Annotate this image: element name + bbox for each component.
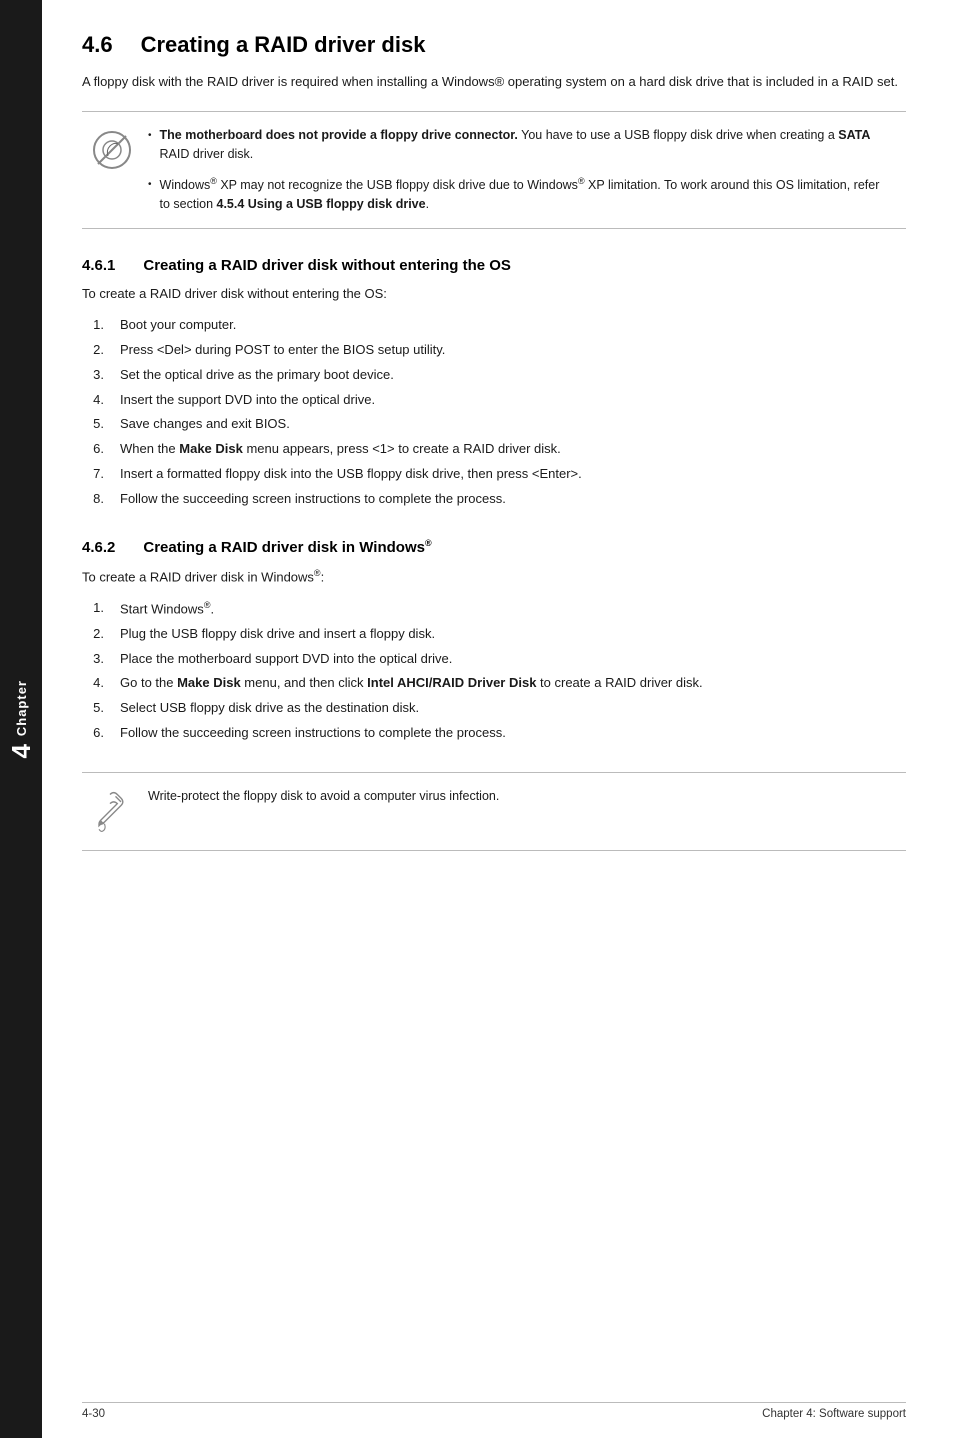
step-2-6: 6. Follow the succeeding screen instruct… [82,723,906,744]
step-1-3: 3. Set the optical drive as the primary … [82,365,906,386]
step-1-5: 5. Save changes and exit BIOS. [82,414,906,435]
step-2-2: 2. Plug the USB floppy disk drive and in… [82,624,906,645]
step-2-4: 4. Go to the Make Disk menu, and then cl… [82,673,906,694]
step-2-5: 5. Select USB floppy disk drive as the d… [82,698,906,719]
notice-item-2: • Windows® XP may not recognize the USB … [148,175,892,215]
notice-text-1: The motherboard does not provide a flopp… [160,126,892,165]
notice-box: • The motherboard does not provide a flo… [82,111,906,230]
tip-box: Write-protect the floppy disk to avoid a… [82,772,906,851]
warning-icon [90,128,134,172]
step-1-2: 2. Press <Del> during POST to enter the … [82,340,906,361]
bullet-1: • [148,128,152,144]
subsection2-steps: 1. Start Windows®. 2. Plug the USB flopp… [82,598,906,744]
notice-icon [90,128,134,175]
step-1-7: 7. Insert a formatted floppy disk into t… [82,464,906,485]
subsection1-steps: 1. Boot your computer. 2. Press <Del> du… [82,315,906,509]
chapter-sidebar: Chapter 4 [0,0,42,1438]
notice-text-2: Windows® XP may not recognize the USB fl… [160,175,892,215]
step-1-8: 8. Follow the succeeding screen instruct… [82,489,906,510]
notice-item-1: • The motherboard does not provide a flo… [148,126,892,165]
footer-left: 4-30 [82,1408,105,1420]
section-intro: A floppy disk with the RAID driver is re… [82,72,906,93]
footer-bar: 4-30 Chapter 4: Software support [82,1402,906,1420]
main-content: 4.6Creating a RAID driver disk A floppy … [42,0,954,1438]
tip-icon [90,789,134,836]
chapter-number: 4 [6,744,37,758]
subsection2-title: 4.6.2Creating a RAID driver disk in Wind… [82,538,906,556]
step-1-4: 4. Insert the support DVD into the optic… [82,390,906,411]
step-2-1: 1. Start Windows®. [82,598,906,620]
step-1-6: 6. When the Make Disk menu appears, pres… [82,439,906,460]
subsection1-intro: To create a RAID driver disk without ent… [82,284,906,305]
subsection1-title: 4.6.1Creating a RAID driver disk without… [82,257,906,274]
chapter-label: Chapter [14,680,29,736]
section-title: 4.6Creating a RAID driver disk [82,32,906,58]
step-2-3: 3. Place the motherboard support DVD int… [82,649,906,670]
step-1-1: 1. Boot your computer. [82,315,906,336]
subsection2-intro: To create a RAID driver disk in Windows®… [82,566,906,588]
footer-right: Chapter 4: Software support [762,1408,906,1420]
subsection2-title-text: Creating a RAID driver disk in Windows® [143,539,431,556]
bullet-2: • [148,177,152,193]
pencil-icon [90,789,130,833]
tip-text: Write-protect the floppy disk to avoid a… [148,787,892,806]
notice-content: • The motherboard does not provide a flo… [148,126,892,215]
